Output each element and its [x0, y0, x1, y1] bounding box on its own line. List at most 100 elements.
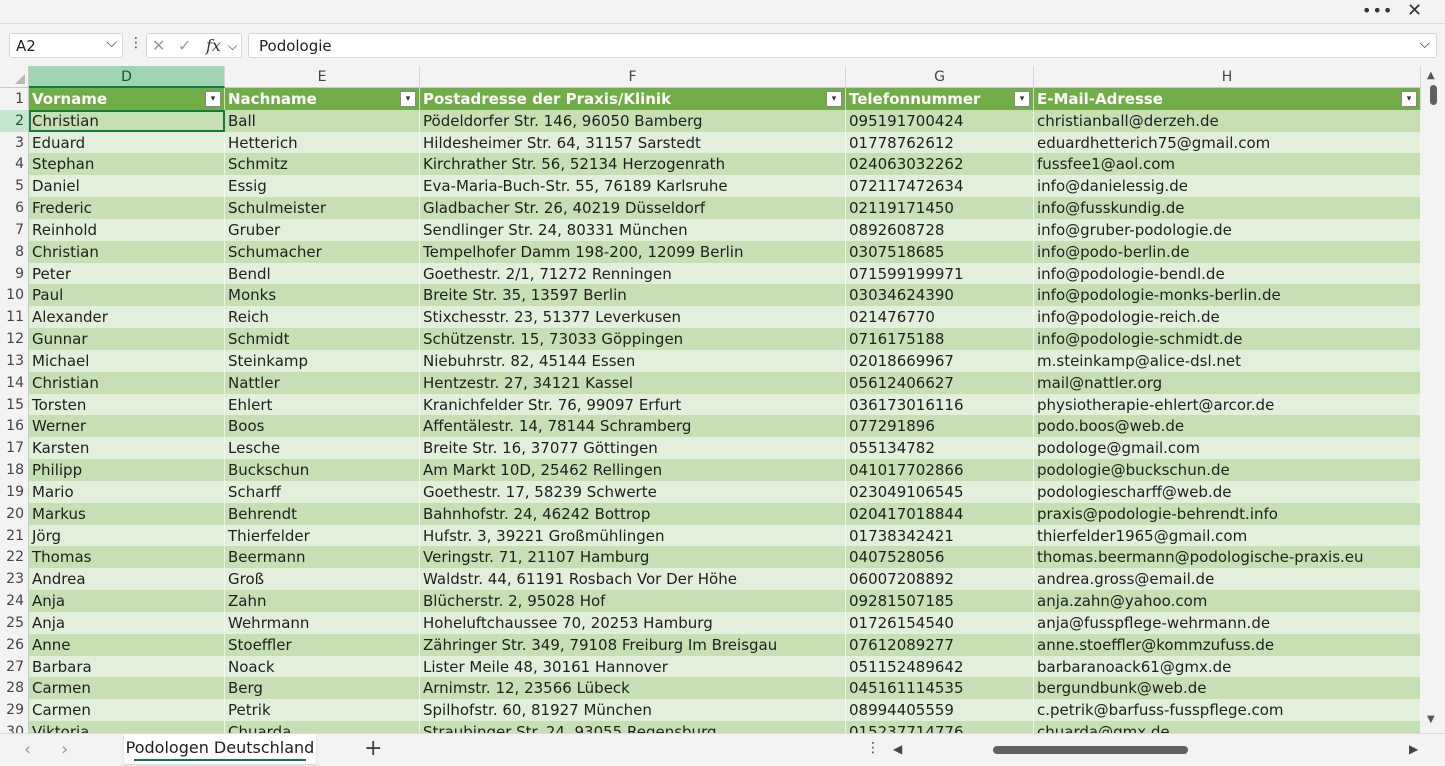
row-header[interactable]: 27: [0, 655, 29, 678]
table-cell[interactable]: Bendl: [225, 262, 420, 285]
table-cell[interactable]: m.steinkamp@alice-dsl.net: [1034, 349, 1421, 372]
table-cell[interactable]: 09281507185: [846, 590, 1034, 612]
table-cell[interactable]: Markus: [29, 502, 225, 525]
row-header[interactable]: 7: [0, 218, 29, 241]
table-cell[interactable]: Arnimstr. 12, 23566 Lübeck: [420, 677, 846, 700]
table-cell[interactable]: Stephan: [29, 153, 225, 176]
table-cell[interactable]: Torsten: [29, 393, 225, 416]
table-cell[interactable]: Behrendt: [225, 502, 420, 525]
table-cell[interactable]: Spilhofstr. 60, 81927 München: [420, 699, 846, 722]
row-header[interactable]: 17: [0, 437, 29, 460]
table-cell[interactable]: info@fusskundig.de: [1034, 197, 1421, 219]
row-header[interactable]: 13: [0, 349, 29, 372]
filter-dropdown-icon[interactable]: ▾: [1401, 91, 1417, 107]
table-cell[interactable]: 06007208892: [846, 568, 1034, 591]
table-cell[interactable]: 071599199971: [846, 262, 1034, 285]
table-cell[interactable]: info@gruber-podologie.de: [1034, 218, 1421, 241]
table-cell[interactable]: 036173016116: [846, 393, 1034, 416]
header-cell[interactable]: Postadresse der Praxis/Klinik ▾: [420, 88, 846, 110]
column-header-g[interactable]: G: [846, 66, 1034, 88]
table-cell[interactable]: 077291896: [846, 415, 1034, 438]
header-cell[interactable]: E-Mail-Adresse ▾: [1034, 88, 1421, 110]
table-cell[interactable]: 0307518685: [846, 240, 1034, 263]
table-cell[interactable]: Blücherstr. 2, 95028 Hof: [420, 590, 846, 612]
table-cell[interactable]: Alexander: [29, 306, 225, 329]
table-cell[interactable]: Goethestr. 17, 58239 Schwerte: [420, 480, 846, 503]
table-cell[interactable]: Viktoria: [29, 721, 225, 733]
table-cell[interactable]: Waldstr. 44, 61191 Rosbach Vor Der Höhe: [420, 568, 846, 591]
table-cell[interactable]: Lister Meile 48, 30161 Hannover: [420, 655, 846, 678]
row-header[interactable]: 26: [0, 633, 29, 656]
header-cell[interactable]: Vorname ▾: [29, 88, 225, 110]
table-cell[interactable]: Tempelhofer Damm 198-200, 12099 Berlin: [420, 240, 846, 263]
table-cell[interactable]: podo.boos@web.de: [1034, 415, 1421, 438]
table-cell[interactable]: 095191700424: [846, 109, 1034, 132]
row-header[interactable]: 9: [0, 262, 29, 285]
table-cell[interactable]: info@podologie-bendl.de: [1034, 262, 1421, 285]
table-cell[interactable]: 055134782: [846, 437, 1034, 460]
more-options-icon[interactable]: •••: [1362, 1, 1393, 20]
table-cell[interactable]: 0407528056: [846, 546, 1034, 569]
close-icon[interactable]: ✕: [1407, 0, 1422, 21]
chevron-down-icon[interactable]: ⌵: [228, 39, 237, 54]
table-cell[interactable]: 020417018844: [846, 502, 1034, 525]
table-cell[interactable]: 01778762612: [846, 131, 1034, 154]
table-cell[interactable]: mail@nattler.org: [1034, 371, 1421, 394]
row-header[interactable]: 11: [0, 306, 29, 329]
table-cell[interactable]: Nattler: [225, 371, 420, 394]
cancel-icon[interactable]: ✕: [152, 36, 165, 55]
table-cell[interactable]: Eduard: [29, 131, 225, 154]
table-cell[interactable]: Schützenstr. 15, 73033 Göppingen: [420, 328, 846, 350]
filter-dropdown-icon[interactable]: ▾: [205, 91, 221, 107]
row-header[interactable]: 15: [0, 393, 29, 416]
table-cell[interactable]: Eva-Maria-Buch-Str. 55, 76189 Karlsruhe: [420, 175, 846, 198]
table-cell[interactable]: Hetterich: [225, 131, 420, 154]
table-cell[interactable]: Essig: [225, 175, 420, 198]
table-cell[interactable]: Steinkamp: [225, 349, 420, 372]
table-cell[interactable]: 0716175188: [846, 328, 1034, 350]
table-cell[interactable]: christianball@derzeh.de: [1034, 109, 1421, 132]
vertical-scrollbar[interactable]: ▲ ▼: [1421, 66, 1445, 733]
vertical-scroll-thumb[interactable]: [1430, 85, 1437, 105]
table-cell[interactable]: Schmidt: [225, 328, 420, 350]
table-cell[interactable]: anne.stoeffler@kommzufuss.de: [1034, 633, 1421, 656]
table-cell[interactable]: podologie@buckschun.de: [1034, 459, 1421, 481]
table-cell[interactable]: thomas.beermann@podologische-praxis.eu: [1034, 546, 1421, 569]
table-cell[interactable]: Michael: [29, 349, 225, 372]
table-cell[interactable]: Kirchrather Str. 56, 52134 Herzogenrath: [420, 153, 846, 176]
table-cell[interactable]: 023049106545: [846, 480, 1034, 503]
table-cell[interactable]: podologe@gmail.com: [1034, 437, 1421, 460]
table-cell[interactable]: Scharff: [225, 480, 420, 503]
table-cell[interactable]: Goethestr. 2/1, 71272 Renningen: [420, 262, 846, 285]
select-all-button[interactable]: [0, 66, 29, 88]
column-header-e[interactable]: E: [225, 66, 420, 88]
table-cell[interactable]: Schulmeister: [225, 197, 420, 219]
table-cell[interactable]: andrea.gross@email.de: [1034, 568, 1421, 591]
table-cell[interactable]: fussfee1@aol.com: [1034, 153, 1421, 176]
header-cell[interactable]: Telefonnummer ▾: [846, 88, 1034, 110]
table-cell[interactable]: Pödeldorfer Str. 146, 96050 Bamberg: [420, 109, 846, 132]
table-cell[interactable]: Schumacher: [225, 240, 420, 263]
next-sheet-icon[interactable]: ›: [61, 739, 68, 760]
table-cell[interactable]: Stixchesstr. 23, 51377 Leverkusen: [420, 306, 846, 329]
table-cell[interactable]: Thierfelder: [225, 524, 420, 547]
add-sheet-button[interactable]: +: [364, 736, 382, 761]
table-cell[interactable]: info@podo-berlin.de: [1034, 240, 1421, 263]
table-cell[interactable]: Breite Str. 35, 13597 Berlin: [420, 284, 846, 307]
column-header-h[interactable]: H: [1034, 66, 1421, 88]
table-cell[interactable]: chuarda@gmx.de: [1034, 721, 1421, 733]
vertical-dots-icon[interactable]: ⋮: [129, 35, 143, 51]
table-cell[interactable]: Thomas: [29, 546, 225, 569]
row-header[interactable]: 18: [0, 459, 29, 481]
row-header[interactable]: 6: [0, 197, 29, 219]
row-header[interactable]: 25: [0, 611, 29, 634]
row-header[interactable]: 21: [0, 524, 29, 547]
table-cell[interactable]: 02119171450: [846, 197, 1034, 219]
table-cell[interactable]: Daniel: [29, 175, 225, 198]
table-cell[interactable]: Anne: [29, 633, 225, 656]
table-cell[interactable]: Ball: [225, 109, 420, 132]
column-header-f[interactable]: F: [420, 66, 846, 88]
table-cell[interactable]: Chuarda: [225, 721, 420, 733]
table-cell[interactable]: Andrea: [29, 568, 225, 591]
table-cell[interactable]: info@podologie-monks-berlin.de: [1034, 284, 1421, 307]
